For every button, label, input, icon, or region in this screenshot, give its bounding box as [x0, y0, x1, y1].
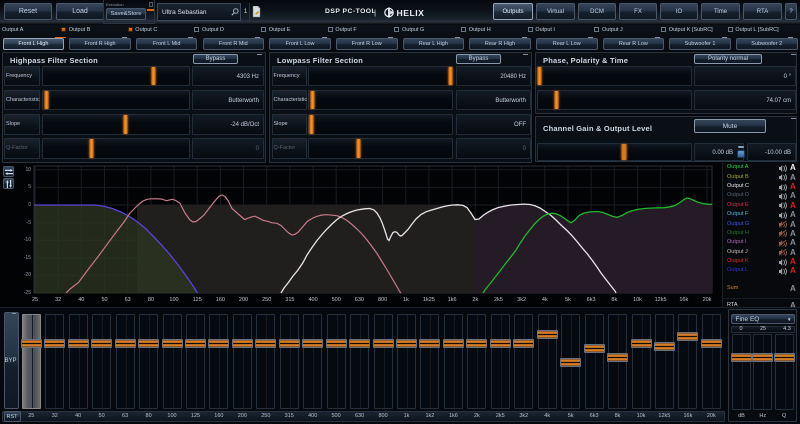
svg-text:HELIX: HELIX: [397, 8, 425, 18]
